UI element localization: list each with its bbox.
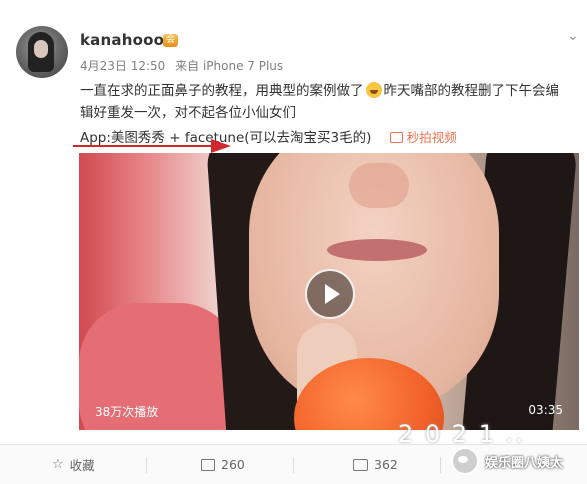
video-link[interactable]: 秒拍视频	[389, 130, 457, 145]
action-divider	[293, 457, 294, 473]
play-button-icon[interactable]	[305, 269, 355, 319]
post-source: 来自 iPhone 7 Plus	[175, 59, 284, 73]
post-text-line1-b: 昨天嘴部的教程删了下午会编	[383, 83, 560, 99]
video-link-label: 秒拍视频	[406, 130, 457, 145]
chevron-down-icon[interactable]: ⌄	[567, 28, 579, 44]
comment-count: 362	[374, 457, 398, 472]
repost-count: 260	[221, 457, 245, 472]
video-player[interactable]: 38万次播放 03:35	[79, 153, 579, 430]
video-view-count: 38万次播放	[95, 405, 159, 419]
favorite-label: 收藏	[69, 458, 95, 473]
vip-badge-icon: 会	[163, 34, 178, 47]
repost-icon	[201, 458, 215, 471]
annotation-arrow-icon	[211, 139, 231, 153]
watermark-label: 娱乐圈八姨太	[485, 455, 564, 471]
favorite-button[interactable]: ☆ 收藏	[52, 445, 95, 484]
user-avatar[interactable]	[16, 26, 68, 78]
app-line: App:美图秀秀 + facetune(可以去淘宝买3毛的) 秒拍视频	[80, 126, 457, 146]
action-divider	[146, 457, 147, 473]
wechat-logo-icon	[451, 447, 479, 475]
video-nose	[349, 163, 409, 208]
watermark: 娱乐圈八姨太	[451, 447, 563, 475]
star-icon: ☆	[52, 457, 64, 472]
post-text: 一直在求的正面鼻子的教程，用典型的案例做了 昨天嘴部的教程删了下午会编 辑好重发一…	[80, 80, 580, 124]
post-text-line2: 辑好重发一次，对不起各位小仙女们	[80, 105, 296, 121]
comment-icon	[353, 458, 368, 471]
video-icon	[389, 132, 403, 143]
post-meta: 4月23日 12:50 来自 iPhone 7 Plus	[80, 57, 289, 74]
post-date[interactable]: 4月23日 12:50	[80, 59, 165, 73]
video-duration: 03:35	[528, 403, 563, 417]
laugh-emoji-icon	[365, 82, 382, 98]
action-divider	[440, 457, 441, 473]
username[interactable]: kanahoooo	[80, 31, 175, 49]
avatar-face	[34, 40, 48, 58]
video-lips	[327, 239, 427, 261]
annotation-underline	[73, 145, 213, 147]
comment-button[interactable]: 362	[353, 445, 398, 484]
post-text-line1-a: 一直在求的正面鼻子的教程，用典型的案例做了	[80, 83, 364, 99]
weibo-post-card: kanahoooo 会 ⌄ 4月23日 12:50 来自 iPhone 7 Pl…	[0, 0, 587, 484]
repost-button[interactable]: 260	[201, 445, 245, 484]
